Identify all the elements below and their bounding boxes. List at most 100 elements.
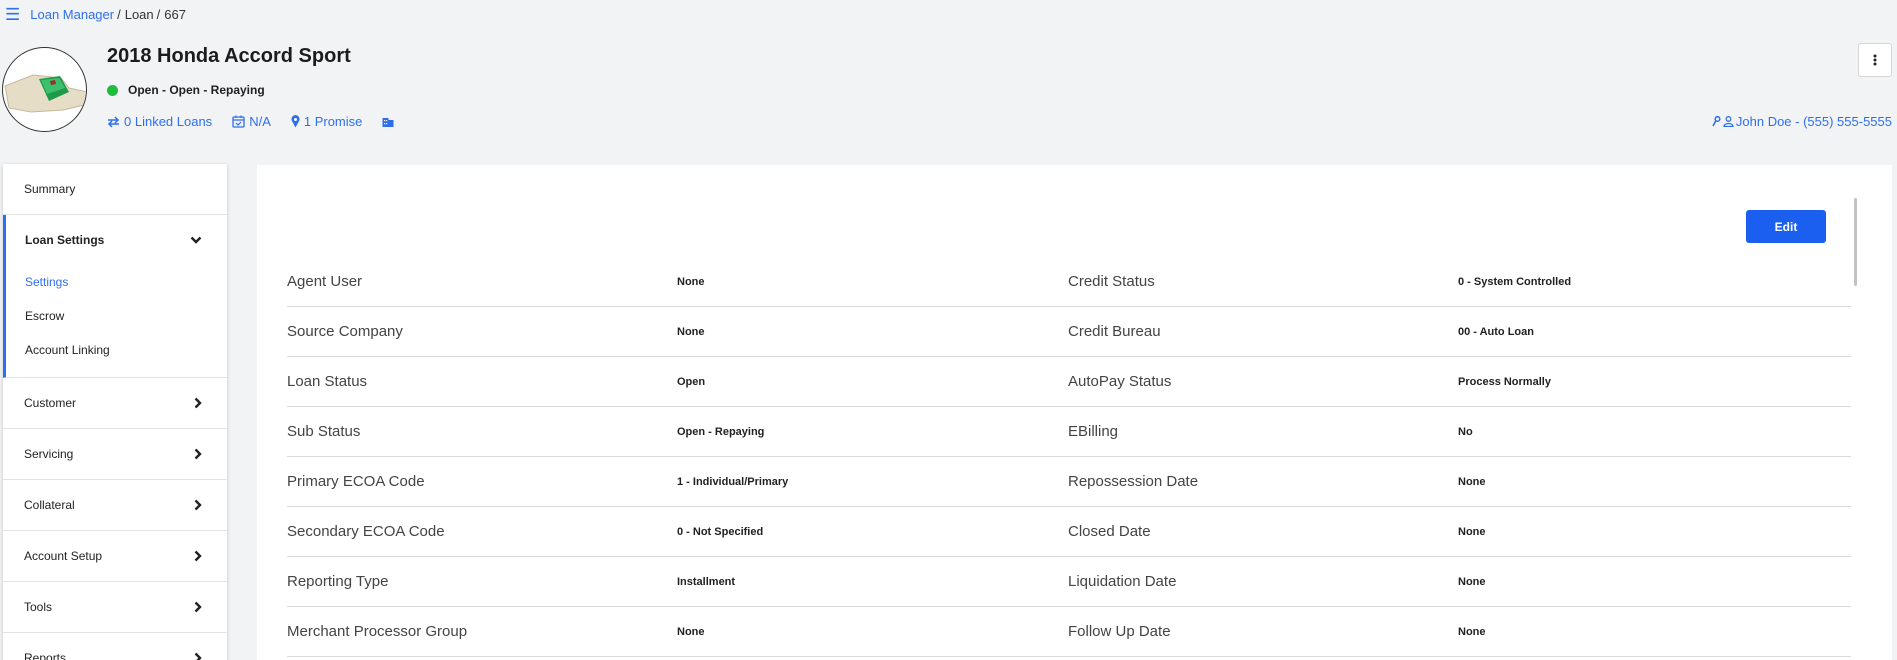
customer-contact-text: John Doe - (555) 555-5555 bbox=[1735, 114, 1892, 129]
field-value: 1 - Individual/Primary bbox=[677, 475, 789, 488]
field-value: Installment bbox=[677, 575, 736, 588]
field-label: Liquidation Date bbox=[1068, 573, 1177, 590]
breadcrumb-loan: Loan bbox=[124, 6, 154, 22]
settings-row: Agent User None Credit Status 0 - System… bbox=[287, 257, 1851, 307]
chevron-right-icon bbox=[194, 499, 202, 511]
field-value: None bbox=[1458, 525, 1486, 538]
field-value: None bbox=[677, 325, 705, 338]
field-value: None bbox=[1458, 625, 1486, 638]
field-label: Agent User bbox=[287, 273, 363, 290]
field-label: Secondary ECOA Code bbox=[287, 523, 445, 540]
field-value: None bbox=[677, 625, 705, 638]
chevron-right-icon bbox=[194, 448, 202, 460]
sidebar-item-account-setup[interactable]: Account Setup bbox=[3, 531, 227, 582]
chevron-right-icon bbox=[194, 601, 202, 613]
field-value: 0 - System Controlled bbox=[1458, 275, 1572, 288]
settings-row: Secondary ECOA Code 0 - Not Specified Cl… bbox=[287, 507, 1851, 557]
field-label: Loan Status bbox=[287, 373, 368, 390]
customer-contact-link[interactable]: John Doe - (555) 555-5555 bbox=[1712, 114, 1892, 129]
sidebar-item-customer[interactable]: Customer bbox=[3, 378, 227, 429]
sidebar-item-summary[interactable]: Summary bbox=[3, 164, 227, 215]
sidebar-group-loan-settings: Loan Settings Settings Escrow Account Li… bbox=[3, 215, 227, 378]
promise-label: 1 Promise bbox=[303, 114, 363, 129]
settings-row: Sub Status Open - Repaying EBilling No bbox=[287, 407, 1851, 457]
breadcrumb-separator: / bbox=[156, 6, 161, 22]
sidebar-item-label: Tools bbox=[24, 600, 53, 614]
map-marker-icon bbox=[291, 115, 300, 128]
loan-meta: 0 Linked Loans N/A 1 Promise bbox=[107, 114, 418, 129]
field-value: None bbox=[677, 275, 705, 288]
settings-row: Loan Status Open AutoPay Status Process … bbox=[287, 357, 1851, 407]
loan-status: Open - Open - Repaying bbox=[107, 83, 265, 97]
field-label: Closed Date bbox=[1068, 523, 1151, 540]
date-link[interactable]: N/A bbox=[232, 114, 271, 129]
sidebar-item-servicing[interactable]: Servicing bbox=[3, 429, 227, 480]
sidebar-item-label: Servicing bbox=[24, 447, 74, 461]
field-value: No bbox=[1458, 425, 1473, 438]
settings-rows: Agent User None Credit Status 0 - System… bbox=[287, 257, 1851, 657]
breadcrumb-loan-id: 667 bbox=[164, 6, 186, 22]
sidebar-item-loan-settings[interactable]: Loan Settings bbox=[6, 215, 227, 265]
date-label: N/A bbox=[249, 114, 271, 129]
promise-link[interactable]: 1 Promise bbox=[291, 114, 363, 129]
chevron-right-icon bbox=[194, 652, 202, 660]
page-title: 2018 Honda Accord Sport bbox=[107, 45, 351, 67]
exchange-icon bbox=[107, 115, 120, 128]
key-icon bbox=[1712, 116, 1721, 127]
linked-loans-link[interactable]: 0 Linked Loans bbox=[107, 114, 212, 129]
loan-status-text: Open - Open - Repaying bbox=[128, 83, 265, 97]
sidebar-item-label: Collateral bbox=[24, 498, 75, 512]
settings-row: Source Company None Credit Bureau 00 - A… bbox=[287, 307, 1851, 357]
status-dot-icon bbox=[107, 84, 118, 96]
field-label: Credit Bureau bbox=[1068, 323, 1161, 340]
breadcrumb-loan-manager[interactable]: Loan Manager bbox=[30, 7, 114, 22]
field-label: Sub Status bbox=[287, 423, 361, 440]
sidebar-subitem-escrow[interactable]: Escrow bbox=[6, 299, 227, 333]
user-icon bbox=[1723, 116, 1734, 127]
sidebar-item-label: Loan Settings bbox=[25, 233, 105, 247]
field-label: Reporting Type bbox=[287, 573, 389, 590]
sidebar-item-label: Account Setup bbox=[24, 549, 103, 563]
settings-row: Reporting Type Installment Liquidation D… bbox=[287, 557, 1851, 607]
field-value: None bbox=[1458, 475, 1486, 488]
field-label: EBilling bbox=[1068, 423, 1119, 440]
sidebar: Summary Loan Settings Settings Escrow Ac… bbox=[3, 164, 227, 660]
sidebar-item-tools[interactable]: Tools bbox=[3, 582, 227, 633]
field-label: Primary ECOA Code bbox=[287, 473, 425, 490]
scrollbar-thumb[interactable] bbox=[1854, 198, 1857, 286]
calendar-icon bbox=[232, 115, 245, 128]
collateral-image bbox=[2, 47, 87, 132]
loan-settings-panel: Edit Agent User None Credit Status 0 - S… bbox=[257, 165, 1892, 660]
settings-row: Merchant Processor Group None Follow Up … bbox=[287, 607, 1851, 657]
field-value: 0 - Not Specified bbox=[677, 525, 764, 538]
vertical-dots-icon bbox=[1873, 54, 1877, 66]
company-link[interactable] bbox=[382, 116, 398, 127]
edit-button[interactable]: Edit bbox=[1746, 210, 1826, 243]
field-value: 00 - Auto Loan bbox=[1458, 325, 1534, 338]
settings-row: Primary ECOA Code 1 - Individual/Primary… bbox=[287, 457, 1851, 507]
field-label: Follow Up Date bbox=[1068, 623, 1171, 640]
sidebar-item-reports[interactable]: Reports bbox=[3, 633, 227, 660]
field-label: Credit Status bbox=[1068, 273, 1155, 290]
sidebar-item-collateral[interactable]: Collateral bbox=[3, 480, 227, 531]
field-label: Source Company bbox=[287, 323, 403, 340]
sidebar-subitem-account-linking[interactable]: Account Linking bbox=[6, 333, 227, 367]
field-value: Open - Repaying bbox=[677, 425, 765, 438]
menu-icon[interactable]: ☰ bbox=[5, 6, 20, 23]
field-label: Repossession Date bbox=[1068, 473, 1199, 490]
sidebar-item-label: Summary bbox=[24, 182, 76, 196]
sidebar-subitem-settings[interactable]: Settings bbox=[6, 265, 227, 299]
field-label: AutoPay Status bbox=[1068, 373, 1172, 390]
breadcrumb: ☰ Loan Manager / Loan / 667 bbox=[5, 5, 186, 23]
breadcrumb-separator: / bbox=[117, 6, 121, 22]
sidebar-item-label: Customer bbox=[24, 396, 77, 410]
sidebar-item-label: Reports bbox=[24, 651, 67, 660]
more-options-button[interactable] bbox=[1858, 43, 1892, 77]
linked-loans-label: 0 Linked Loans bbox=[124, 114, 213, 129]
field-value: Process Normally bbox=[1458, 375, 1551, 388]
field-value: None bbox=[1458, 575, 1486, 588]
field-label: Merchant Processor Group bbox=[287, 623, 468, 640]
field-value: Open bbox=[677, 375, 706, 388]
chevron-right-icon bbox=[194, 550, 202, 562]
chevron-right-icon bbox=[194, 397, 202, 409]
